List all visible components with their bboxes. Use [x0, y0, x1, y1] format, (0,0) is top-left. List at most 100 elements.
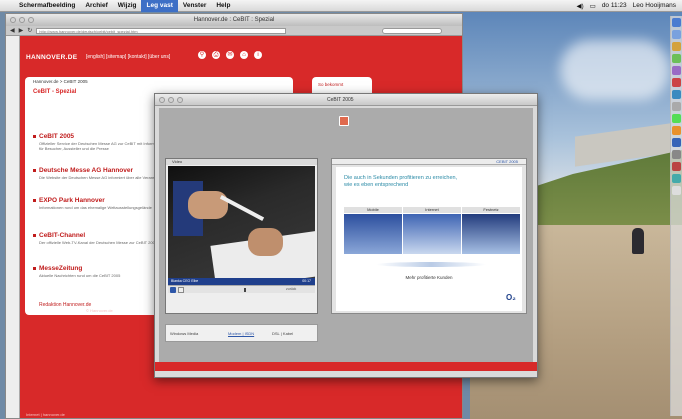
browser-sidebar[interactable] [6, 36, 20, 418]
article-text: Informationen rund um das ehemalige Welt… [39, 205, 152, 210]
back-arrow-icon[interactable]: ◀ [10, 27, 15, 34]
flag-icon[interactable]: ▭ [590, 2, 596, 10]
tab-internet[interactable]: Internet [403, 207, 461, 213]
article-link[interactable]: EXPO Park Hannover [33, 197, 173, 204]
list-item: CeBIT-Channel Der offizielle Web-TV-Kana… [33, 232, 173, 245]
tab-mobile[interactable]: Mobile [344, 207, 402, 213]
side-box-label[interactable]: So bekommt [318, 82, 343, 87]
mail-icon[interactable] [672, 30, 681, 39]
ichat-icon[interactable] [672, 54, 681, 63]
clock[interactable]: do 11:23 [602, 2, 627, 10]
article-text: Der offizielle Web-TV-Kanal der Deutsche… [39, 240, 158, 245]
breadcrumb[interactable]: Hannover.de > CeBIT 2005 [33, 79, 88, 84]
finder-icon[interactable] [672, 18, 681, 27]
person-on-beach [632, 228, 644, 254]
zoom-button[interactable] [177, 97, 183, 103]
app-icon[interactable] [672, 162, 681, 171]
calendar-icon[interactable] [672, 78, 681, 87]
promo-header: CEBIT 2005 [332, 159, 526, 165]
video-frame[interactable] [168, 166, 315, 278]
reload-icon[interactable]: ↻ [27, 27, 32, 34]
menu-item-wijzig[interactable]: Wijzig [113, 2, 142, 9]
volume-icon[interactable]: ◀) [576, 2, 583, 10]
app-icon[interactable] [672, 90, 681, 99]
trash-icon[interactable] [672, 186, 681, 195]
list-item: CeBIT 2005 Offizieller Service der Deuts… [33, 133, 173, 151]
promo-image[interactable] [403, 214, 461, 254]
app-icon[interactable] [672, 138, 681, 147]
minimize-button[interactable] [168, 97, 174, 103]
video-header: Video [166, 159, 317, 165]
site-footer: © Hannover.de [86, 308, 113, 313]
mail-icon[interactable]: ✉ [226, 51, 234, 59]
video-time: 00:17 [302, 279, 311, 283]
promo-images [344, 214, 520, 254]
zoom-button[interactable] [28, 17, 34, 23]
video-hand [248, 228, 283, 256]
article-text: Die Website der Deutschen Messe AG infor… [39, 175, 172, 180]
app-icon[interactable] [672, 174, 681, 183]
site-logo[interactable]: HANNOVER.DE [26, 54, 77, 61]
popup-status-bar [155, 371, 537, 377]
window-controls [10, 17, 34, 23]
format-selector: Windows Media Modem | ISDN DSL | Kabel [165, 324, 318, 342]
menu-item-archief[interactable]: Archief [80, 2, 112, 9]
app-icon[interactable] [672, 102, 681, 111]
menu-item-help[interactable]: Help [211, 2, 235, 9]
format-option-dsl[interactable]: DSL | Kabel [272, 331, 293, 336]
info-icon[interactable]: i [254, 51, 262, 59]
app-icon[interactable] [672, 126, 681, 135]
menu-item-schermafbeelding[interactable]: Schermafbeelding [14, 2, 80, 9]
popup-title-bar[interactable]: CeBIT 2005 [155, 94, 537, 106]
browser-toolbar: ◀ ▶ ↻ http://www.hannover.de/deutsch/ceb… [6, 26, 462, 36]
scrubber-handle[interactable] [244, 288, 246, 292]
video-link[interactable]: zurück [286, 287, 296, 291]
tab-festnetz[interactable]: Festnetz [462, 207, 520, 213]
promo-image[interactable] [344, 214, 402, 254]
o2-logo: O₂ [506, 293, 516, 302]
format-option-modem[interactable]: Modem | ISDN [228, 331, 254, 336]
print-icon[interactable]: ⎙ [212, 51, 220, 59]
video-controls: zurück [168, 285, 315, 293]
browser-title: Hannover.de : CeBIT : Spezial [193, 17, 275, 23]
article-link[interactable]: CeBIT-Channel [33, 232, 173, 239]
forward-arrow-icon[interactable]: ▶ [19, 27, 24, 34]
format-label: Windows Media [170, 331, 199, 336]
popup-body: Video Blanka CEO Elbe 00:17 zurück CEBIT… [159, 108, 533, 364]
close-button[interactable] [159, 97, 165, 103]
itunes-icon[interactable] [672, 66, 681, 75]
cebit-logo-icon [339, 116, 349, 126]
popup-red-strip [155, 362, 537, 371]
home-icon[interactable]: ⌂ [240, 51, 248, 59]
promo-image[interactable] [462, 214, 520, 254]
site-top-nav[interactable]: [english] [sitemap] [kontakt] [über uns] [86, 54, 170, 60]
menu-item-leg-vast[interactable]: Leg vast [141, 0, 178, 12]
user-name[interactable]: Leo Hooijmans [633, 2, 676, 10]
video-title: Blanka CEO Elbe [171, 279, 199, 283]
browser-title-bar[interactable]: Hannover.de : CeBIT : Spezial [6, 14, 462, 26]
window-controls [159, 97, 183, 103]
dock [670, 16, 682, 416]
search-field[interactable] [382, 27, 442, 34]
article-link[interactable]: Deutsche Messe AG Hannover [33, 167, 173, 174]
safari-icon[interactable] [672, 42, 681, 51]
list-item: EXPO Park Hannover Informationen rund um… [33, 197, 173, 210]
menu-item-venster[interactable]: Venster [178, 2, 212, 9]
popup-title: CeBIT 2005 [327, 97, 354, 103]
search-icon[interactable]: ⚲ [198, 51, 206, 59]
close-button[interactable] [10, 17, 16, 23]
minimize-button[interactable] [19, 17, 25, 23]
menu-bar: Schermafbeelding Archief Wijzig Leg vast… [0, 0, 682, 12]
article-text: Aktuelle Nachrichten rund um die CeBIT 2… [39, 273, 121, 278]
app-icon[interactable] [672, 114, 681, 123]
play-button[interactable] [170, 287, 176, 293]
article-link[interactable]: MesseZeitung [33, 265, 173, 272]
article-link[interactable]: CeBIT 2005 [33, 133, 173, 140]
promo-header-link[interactable]: CEBIT 2005 [496, 159, 518, 164]
fullscreen-button[interactable] [178, 287, 184, 293]
redaktion-link[interactable]: Redaktion Hannover.de [33, 302, 91, 308]
promo-caption: Mehr profitierte Kunden [405, 275, 453, 280]
list-item: Deutsche Messe AG Hannover Die Website d… [33, 167, 173, 180]
address-bar[interactable]: http://www.hannover.de/deutsch/cebit/ceb… [36, 27, 287, 34]
app-icon[interactable] [672, 150, 681, 159]
